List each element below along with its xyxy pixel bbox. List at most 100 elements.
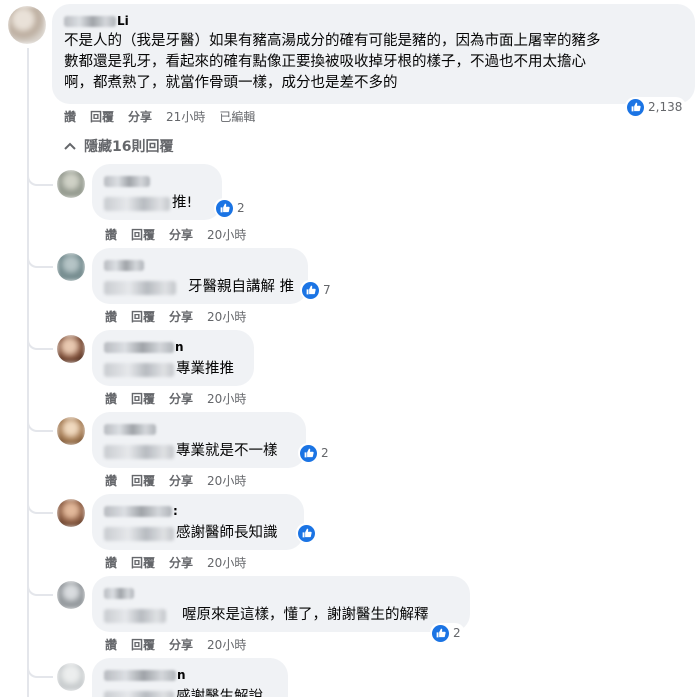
like-button[interactable]: 讚 — [105, 472, 117, 489]
reply-text: 推! — [172, 195, 193, 211]
reply-button[interactable]: 回覆 — [131, 308, 155, 325]
avatar[interactable] — [57, 253, 85, 281]
timestamp[interactable]: 21小時 — [166, 108, 205, 125]
author-name-blurred[interactable] — [104, 505, 172, 517]
reaction-count[interactable]: 2,138 — [625, 97, 687, 117]
share-button[interactable]: 分享 — [169, 308, 193, 325]
share-button[interactable]: 分享 — [169, 226, 193, 243]
thumbs-up-icon — [298, 524, 315, 542]
share-button[interactable]: 分享 — [169, 636, 193, 653]
share-button[interactable]: 分享 — [169, 554, 193, 571]
chevron-up-icon — [64, 142, 76, 150]
timestamp[interactable]: 20小時 — [207, 554, 246, 571]
reply-bubble: n 專業推推 — [92, 330, 254, 386]
reaction-count[interactable]: 2 — [430, 623, 465, 643]
author-name-blurred[interactable] — [104, 587, 134, 599]
avatar[interactable] — [57, 581, 85, 609]
hide-replies-button[interactable]: 隱藏16則回覆 — [64, 136, 173, 156]
reply-actions: 讚 回覆 分享 20小時 — [105, 554, 260, 571]
reply-button[interactable]: 回覆 — [131, 472, 155, 489]
reply-connector — [27, 582, 53, 596]
reply-connector — [27, 664, 53, 678]
hide-replies-label: 隱藏16則回覆 — [84, 139, 174, 155]
avatar[interactable] — [57, 663, 85, 691]
reply-button[interactable]: 回覆 — [90, 108, 114, 125]
reply-text: 感謝醫師長知識 — [176, 525, 278, 541]
comment-text-line: 數都還是乳牙，看起來的確有點像正要換被吸收掉牙根的樣子，不過也不用太擔心 — [64, 54, 586, 70]
thumbs-up-icon — [300, 444, 317, 462]
like-count: 7 — [323, 283, 331, 297]
reply-connector — [27, 172, 53, 186]
author-name-blurred[interactable] — [104, 341, 174, 353]
reply-text: 專業就是不一樣 — [176, 443, 278, 459]
timestamp[interactable]: 20小時 — [207, 472, 246, 489]
avatar[interactable] — [57, 499, 85, 527]
avatar[interactable] — [57, 335, 85, 363]
reply-bubble: 牙醫親自講解 推 — [92, 248, 308, 304]
reply-text: 感謝醫生解說 — [176, 689, 263, 697]
timestamp[interactable]: 20小時 — [207, 308, 246, 325]
author-name-blurred[interactable] — [104, 669, 176, 681]
comment-text: 不是人的（我是牙醫）如果有豬高湯成分的確有可能是豬的，因為市面上屠宰的豬多 數都… — [64, 31, 683, 94]
share-button[interactable]: 分享 — [128, 108, 152, 125]
author-name-blurred[interactable] — [104, 259, 144, 271]
thumbs-up-icon — [216, 199, 233, 217]
blurred-text — [104, 526, 174, 541]
reply-bubble: n 感謝醫生解說 — [92, 658, 288, 697]
thumbs-up-icon — [302, 281, 319, 299]
timestamp[interactable]: 20小時 — [207, 390, 246, 407]
like-button[interactable]: 讚 — [105, 308, 117, 325]
reply-connector — [27, 254, 53, 268]
reaction-count[interactable]: 7 — [300, 280, 335, 300]
comment-text-line: 不是人的（我是牙醫）如果有豬高湯成分的確有可能是豬的，因為市面上屠宰的豬多 — [64, 33, 601, 49]
like-count: 2 — [237, 201, 245, 215]
reply-actions: 讚 回覆 分享 20小時 — [105, 226, 260, 243]
reply-button[interactable]: 回覆 — [131, 636, 155, 653]
share-button[interactable]: 分享 — [169, 390, 193, 407]
avatar[interactable] — [57, 417, 85, 445]
author-name-blurred[interactable] — [104, 423, 156, 435]
reaction-count[interactable]: 2 — [298, 443, 333, 463]
reply-button[interactable]: 回覆 — [131, 390, 155, 407]
comment-bubble: Li 不是人的（我是牙醫）如果有豬高湯成分的確有可能是豬的，因為市面上屠宰的豬多… — [52, 4, 695, 104]
like-button[interactable]: 讚 — [105, 226, 117, 243]
blurred-text — [104, 444, 174, 459]
like-count: 2 — [321, 446, 329, 460]
author-name[interactable]: Li — [117, 14, 129, 28]
reply-button[interactable]: 回覆 — [131, 554, 155, 571]
avatar[interactable] — [8, 6, 46, 44]
like-button[interactable]: 讚 — [105, 554, 117, 571]
like-count: 2 — [453, 626, 461, 640]
avatar[interactable] — [57, 170, 85, 198]
comment-text-line: 啊，都煮熟了，就當作骨頭一樣，成分也是差不多的 — [64, 75, 398, 91]
author-name[interactable]: : — [173, 504, 178, 518]
thumbs-up-icon — [432, 624, 449, 642]
thread-line — [27, 48, 29, 697]
timestamp[interactable]: 20小時 — [207, 226, 246, 243]
thumbs-up-icon — [627, 98, 644, 116]
reaction-count[interactable] — [296, 523, 317, 543]
like-button[interactable]: 讚 — [105, 390, 117, 407]
timestamp[interactable]: 20小時 — [207, 636, 246, 653]
share-button[interactable]: 分享 — [169, 472, 193, 489]
reply-text: 牙醫親自講解 推 — [188, 279, 295, 295]
author-name-blurred[interactable] — [64, 15, 116, 27]
reply-actions: 讚 回覆 分享 20小時 — [105, 472, 260, 489]
like-button[interactable]: 讚 — [105, 636, 117, 653]
like-button[interactable]: 讚 — [64, 108, 76, 125]
reply-button[interactable]: 回覆 — [131, 226, 155, 243]
reply-connector — [27, 418, 53, 432]
author-name-blurred[interactable] — [104, 175, 150, 187]
reply-connector — [27, 336, 53, 350]
blurred-text — [104, 196, 170, 211]
reply-bubble: : 感謝醫師長知識 — [92, 494, 304, 550]
reply-actions: 讚 回覆 分享 20小時 — [105, 390, 260, 407]
author-name[interactable]: n — [175, 340, 184, 354]
reply-actions: 讚 回覆 分享 20小時 — [105, 636, 260, 653]
blurred-text — [104, 608, 166, 623]
author-name[interactable]: n — [177, 668, 186, 682]
reply-text: 專業推推 — [176, 361, 234, 377]
reply-actions: 讚 回覆 分享 20小時 — [105, 308, 260, 325]
reaction-count[interactable]: 2 — [214, 198, 249, 218]
like-count: 2,138 — [648, 100, 683, 114]
